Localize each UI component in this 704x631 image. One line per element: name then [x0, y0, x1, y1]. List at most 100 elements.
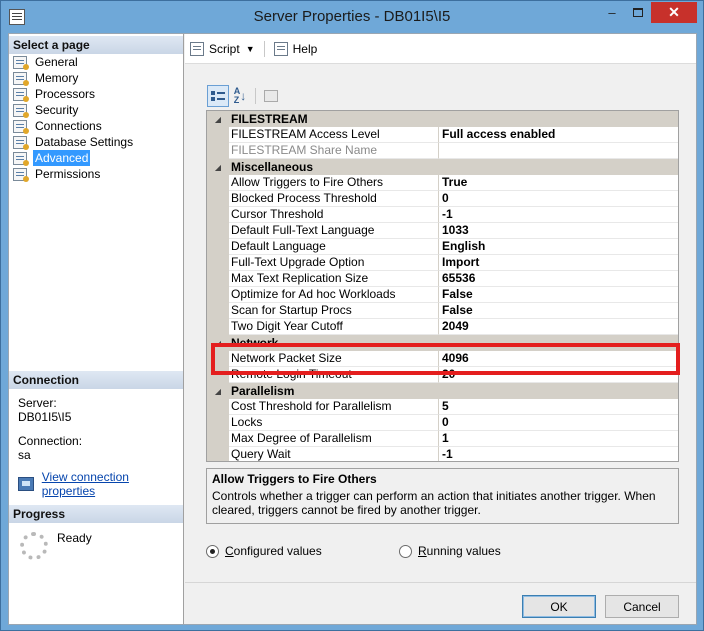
grid-category-label: Miscellaneous [231, 160, 314, 174]
property-name[interactable]: Default Language [229, 239, 439, 255]
property-name[interactable]: Allow Triggers to Fire Others [229, 175, 439, 191]
script-button[interactable]: Script ▼ [187, 38, 258, 60]
property-value[interactable]: 4096 [439, 351, 678, 367]
property-name[interactable]: Max Degree of Parallelism [229, 431, 439, 447]
grid-property-row[interactable]: Cost Threshold for Parallelism 5 [207, 399, 678, 415]
grid-property-row[interactable]: Locks 0 [207, 415, 678, 431]
property-value[interactable]: -1 [439, 207, 678, 223]
maximize-button[interactable] [625, 2, 651, 23]
categorized-icon [211, 90, 225, 102]
categorized-view-button[interactable] [207, 85, 229, 107]
sidebar-item-security[interactable]: Security [13, 102, 181, 118]
property-name[interactable]: Blocked Process Threshold [229, 191, 439, 207]
server-properties-window: Server Properties - DB01I5\I5 – ✕ Select… [0, 0, 704, 631]
ok-button[interactable]: OK [522, 595, 596, 618]
sort-arrow-icon: ↓ [240, 89, 247, 103]
property-name[interactable]: Remote Login Timeout [229, 367, 439, 383]
page-icon [13, 87, 29, 102]
grid-property-row[interactable]: Remote Login Timeout 20 [207, 367, 678, 383]
property-grid-toolbar: A Z ↓ [207, 84, 287, 108]
property-value[interactable]: -1 [439, 447, 678, 461]
left-pane: Select a page General Memory Processors Sec… [9, 34, 184, 624]
property-value[interactable]: 2049 [439, 319, 678, 335]
grid-property-row[interactable]: Max Text Replication Size 65536 [207, 271, 678, 287]
grid-property-row[interactable]: Full-Text Upgrade Option Import [207, 255, 678, 271]
property-name[interactable]: Max Text Replication Size [229, 271, 439, 287]
property-name[interactable]: Query Wait [229, 447, 439, 461]
property-name[interactable]: Full-Text Upgrade Option [229, 255, 439, 271]
connection-heading: Connection [9, 371, 183, 389]
property-name[interactable]: FILESTREAM Access Level [229, 127, 439, 143]
minimize-button[interactable]: – [599, 2, 625, 23]
property-value[interactable]: Full access enabled [439, 127, 678, 143]
grid-property-row[interactable]: Query Wait -1 [207, 447, 678, 461]
grid-property-row[interactable]: Two Digit Year Cutoff 2049 [207, 319, 678, 335]
grid-property-row[interactable]: Network Packet Size 4096 [207, 351, 678, 367]
grid-property-row[interactable]: FILESTREAM Access Level Full access enabl… [207, 127, 678, 143]
sidebar-item-permissions[interactable]: Permissions [13, 166, 181, 182]
property-name[interactable]: Default Full-Text Language [229, 223, 439, 239]
property-name[interactable]: Optimize for Ad hoc Workloads [229, 287, 439, 303]
property-name[interactable]: Cost Threshold for Parallelism [229, 399, 439, 415]
property-value[interactable]: 5 [439, 399, 678, 415]
property-name[interactable]: Two Digit Year Cutoff [229, 319, 439, 335]
grid-category-filestream[interactable]: ◢ FILESTREAM [207, 111, 678, 127]
collapse-toggle-icon[interactable]: ◢ [207, 159, 229, 175]
grid-property-row[interactable]: Optimize for Ad hoc Workloads False [207, 287, 678, 303]
property-name[interactable]: Scan for Startup Procs [229, 303, 439, 319]
running-values-option[interactable]: Running values [399, 544, 501, 558]
grid-property-row[interactable]: Scan for Startup Procs False [207, 303, 678, 319]
sidebar-item-label: Security [35, 103, 79, 117]
property-value[interactable]: 65536 [439, 271, 678, 287]
alphabetical-sort-button[interactable]: A Z ↓ [229, 85, 251, 107]
running-values-radio[interactable] [399, 544, 412, 558]
page-icon [13, 119, 29, 134]
property-value[interactable]: 0 [439, 191, 678, 207]
grid-category-parallelism[interactable]: ◢ Parallelism [207, 383, 678, 399]
grid-property-row[interactable]: Blocked Process Threshold 0 [207, 191, 678, 207]
property-name[interactable]: Locks [229, 415, 439, 431]
sidebar-item-general[interactable]: General [13, 54, 181, 70]
view-connection-properties-link[interactable]: View connection properties [42, 470, 183, 498]
property-value[interactable]: 1033 [439, 223, 678, 239]
grid-property-row[interactable]: Default Language English [207, 239, 678, 255]
grid-gutter [207, 143, 229, 159]
grid-property-row[interactable]: Cursor Threshold -1 [207, 207, 678, 223]
sidebar-item-advanced[interactable]: Advanced [13, 150, 181, 166]
property-name[interactable]: FILESTREAM Share Name [229, 143, 439, 159]
grid-category-miscellaneous[interactable]: ◢ Miscellaneous [207, 159, 678, 175]
page-icon [13, 71, 29, 86]
close-button[interactable]: ✕ [651, 2, 697, 23]
property-value[interactable]: English [439, 239, 678, 255]
configured-values-option[interactable]: Configured values [206, 544, 322, 558]
property-value[interactable]: 1 [439, 431, 678, 447]
grid-property-row[interactable]: Max Degree of Parallelism 1 [207, 431, 678, 447]
property-name[interactable]: Cursor Threshold [229, 207, 439, 223]
server-label: Server: [18, 396, 57, 410]
sidebar-item-memory[interactable]: Memory [13, 70, 181, 86]
configured-values-radio[interactable] [206, 544, 219, 558]
property-value[interactable]: True [439, 175, 678, 191]
sidebar-item-connections[interactable]: Connections [13, 118, 181, 134]
property-value[interactable]: False [439, 287, 678, 303]
help-button[interactable]: Help [271, 38, 321, 60]
property-name[interactable]: Network Packet Size [229, 351, 439, 367]
collapse-toggle-icon[interactable]: ◢ [207, 383, 229, 399]
property-value[interactable]: Import [439, 255, 678, 271]
grid-property-row[interactable]: FILESTREAM Share Name [207, 143, 678, 159]
property-pages-button[interactable] [260, 85, 282, 107]
property-value[interactable]: 20 [439, 367, 678, 383]
property-value[interactable]: False [439, 303, 678, 319]
chevron-down-icon[interactable]: ▼ [246, 44, 255, 54]
title-bar[interactable]: Server Properties - DB01I5\I5 – ✕ [1, 1, 703, 33]
view-connection-properties-row[interactable]: View connection properties [18, 470, 183, 498]
collapse-toggle-icon[interactable]: ◢ [207, 111, 229, 127]
sidebar-item-processors[interactable]: Processors [13, 86, 181, 102]
grid-category-network[interactable]: ◢ Network [207, 335, 678, 351]
grid-property-row[interactable]: Default Full-Text Language 1033 [207, 223, 678, 239]
grid-property-row[interactable]: Allow Triggers to Fire Others True [207, 175, 678, 191]
sidebar-item-database-settings[interactable]: Database Settings [13, 134, 181, 150]
property-value[interactable]: 0 [439, 415, 678, 431]
collapse-toggle-icon[interactable]: ◢ [207, 335, 229, 351]
cancel-button[interactable]: Cancel [605, 595, 679, 618]
